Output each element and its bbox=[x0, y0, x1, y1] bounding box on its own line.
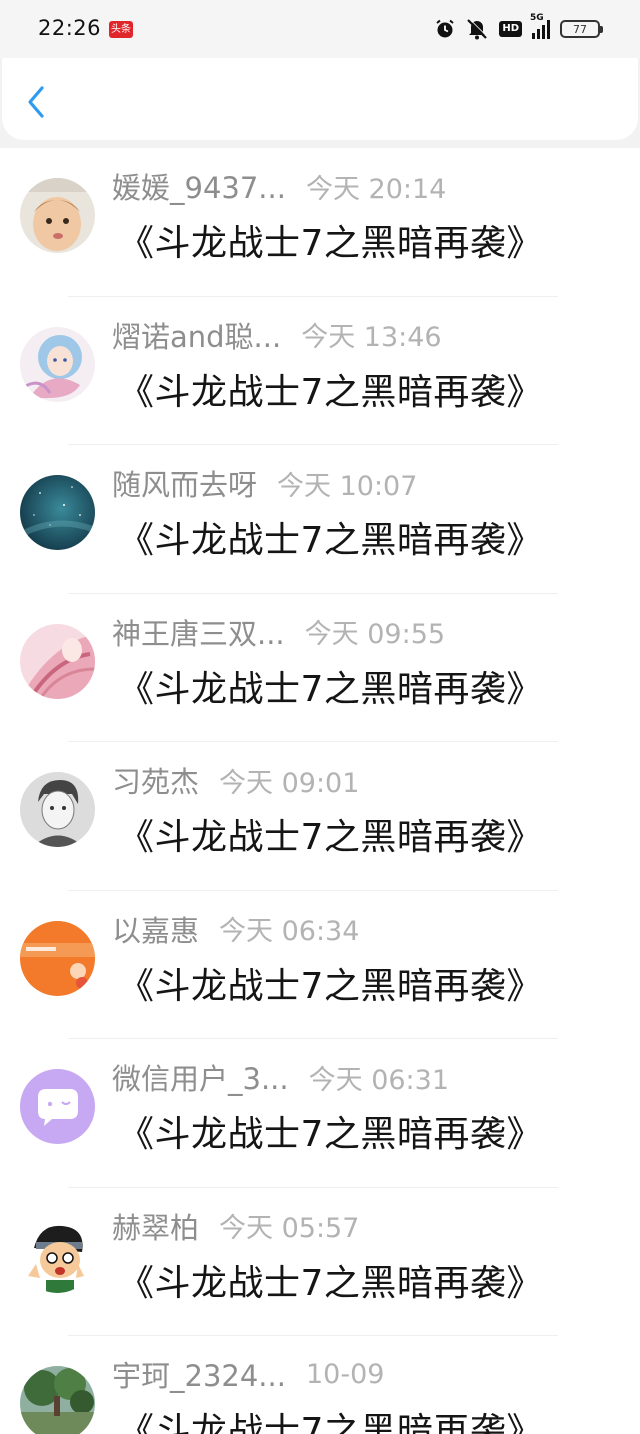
comment-text: 《斗龙战士7之黑暗再袭》 bbox=[118, 223, 543, 264]
garden-photo-avatar bbox=[20, 1366, 95, 1434]
list-item[interactable]: 媛媛_9437... 今天 20:14 《斗龙战士7之黑暗再袭》 bbox=[0, 148, 640, 297]
comment-text: 《斗龙战士7之黑暗再袭》 bbox=[118, 965, 543, 1007]
pink-anime-avatar bbox=[20, 623, 95, 699]
comment-text: 《斗龙战士7之黑暗再袭》 bbox=[118, 817, 543, 858]
timestamp: 今天 09:55 bbox=[304, 619, 446, 650]
list-item[interactable]: 以嘉惠 今天 06:34 《斗龙战士7之黑暗再袭》 bbox=[0, 891, 640, 1039]
child-photo-avatar bbox=[20, 178, 95, 253]
ninja-cartoon-avatar bbox=[20, 1217, 95, 1293]
comment-text: 《斗龙战士7之黑暗再袭》 bbox=[118, 668, 543, 710]
timestamp: 今天 05:57 bbox=[219, 1213, 360, 1244]
status-time: 22:26 bbox=[38, 16, 102, 40]
comment-text: 《斗龙战士7之黑暗再袭》 bbox=[118, 1262, 543, 1304]
username[interactable]: 以嘉惠 bbox=[112, 908, 199, 950]
list-item[interactable]: 神王唐三双... 今天 09:55 《斗龙战士7之黑暗再袭》 bbox=[0, 594, 640, 742]
top-nav-bar bbox=[2, 58, 638, 140]
anime-girl-avatar bbox=[20, 326, 95, 402]
signal-icon: 5G bbox=[530, 13, 550, 39]
username[interactable]: 宇珂_2324... bbox=[112, 1353, 286, 1395]
list-item[interactable]: 赫翠柏 今天 05:57 《斗龙战士7之黑暗再袭》 bbox=[0, 1188, 640, 1336]
list-item[interactable]: 随风而去呀 今天 10:07 《斗龙战士7之黑暗再袭》 bbox=[0, 445, 640, 594]
list-item[interactable]: 熠诺and聪... 今天 13:46 《斗龙战士7之黑暗再袭》 bbox=[0, 297, 640, 445]
hd-icon: HD bbox=[499, 21, 522, 37]
avatar[interactable] bbox=[20, 326, 95, 402]
timestamp: 今天 06:34 bbox=[219, 916, 360, 947]
comment-text: 《斗龙战士7之黑暗再袭》 bbox=[118, 1411, 543, 1434]
timestamp: 10-09 bbox=[305, 1358, 385, 1390]
back-button[interactable] bbox=[20, 84, 52, 120]
timestamp: 今天 10:07 bbox=[277, 470, 418, 502]
avatar[interactable] bbox=[20, 178, 95, 253]
sketch-boy-avatar bbox=[20, 772, 95, 847]
starry-sky-avatar bbox=[20, 475, 95, 550]
avatar[interactable] bbox=[20, 1069, 95, 1144]
avatar[interactable] bbox=[20, 623, 95, 699]
username[interactable]: 习苑杰 bbox=[112, 759, 199, 801]
timestamp: 今天 09:01 bbox=[219, 767, 360, 799]
status-icons: HD 5G 77 bbox=[435, 13, 603, 42]
battery-level: 77 bbox=[573, 22, 587, 36]
username[interactable]: 神王唐三双... bbox=[112, 611, 285, 653]
list-item[interactable]: 宇珂_2324... 10-09 《斗龙战士7之黑暗再袭》 bbox=[0, 1336, 640, 1434]
chat-bubble-avatar bbox=[20, 1069, 95, 1144]
comment-text: 《斗龙战士7之黑暗再袭》 bbox=[118, 520, 543, 561]
network-type: 5G bbox=[530, 13, 544, 23]
timestamp: 今天 20:14 bbox=[305, 173, 447, 205]
avatar[interactable] bbox=[20, 475, 95, 550]
battery-icon: 77 bbox=[560, 20, 603, 38]
alarm-icon bbox=[435, 19, 455, 39]
timestamp: 今天 13:46 bbox=[301, 322, 442, 353]
avatar[interactable] bbox=[20, 1217, 95, 1293]
status-bar: 22:26 头条 HD 5G 77 bbox=[0, 0, 640, 58]
username[interactable]: 赫翠柏 bbox=[112, 1205, 199, 1247]
chevron-left-icon bbox=[28, 86, 44, 118]
avatar[interactable] bbox=[20, 772, 95, 847]
mute-bell-icon bbox=[465, 18, 489, 40]
avatar[interactable] bbox=[20, 920, 95, 996]
username[interactable]: 媛媛_9437... bbox=[112, 165, 286, 207]
avatar[interactable] bbox=[20, 1366, 95, 1434]
comment-text: 《斗龙战士7之黑暗再袭》 bbox=[118, 371, 543, 413]
orange-card-avatar bbox=[20, 920, 95, 996]
list-item[interactable]: 微信用户_3... 今天 06:31 《斗龙战士7之黑暗再袭》 bbox=[0, 1039, 640, 1188]
timestamp: 今天 06:31 bbox=[308, 1064, 450, 1096]
list-item[interactable]: 习苑杰 今天 09:01 《斗龙战士7之黑暗再袭》 bbox=[0, 742, 640, 891]
username[interactable]: 微信用户_3... bbox=[112, 1056, 289, 1098]
comment-list: 媛媛_9437... 今天 20:14 《斗龙战士7之黑暗再袭》 熠诺and聪.… bbox=[0, 148, 640, 1434]
username[interactable]: 随风而去呀 bbox=[112, 462, 257, 504]
comment-text: 《斗龙战士7之黑暗再袭》 bbox=[118, 1114, 543, 1155]
news-app-icon: 头条 bbox=[109, 21, 133, 38]
username[interactable]: 熠诺and聪... bbox=[112, 314, 281, 356]
